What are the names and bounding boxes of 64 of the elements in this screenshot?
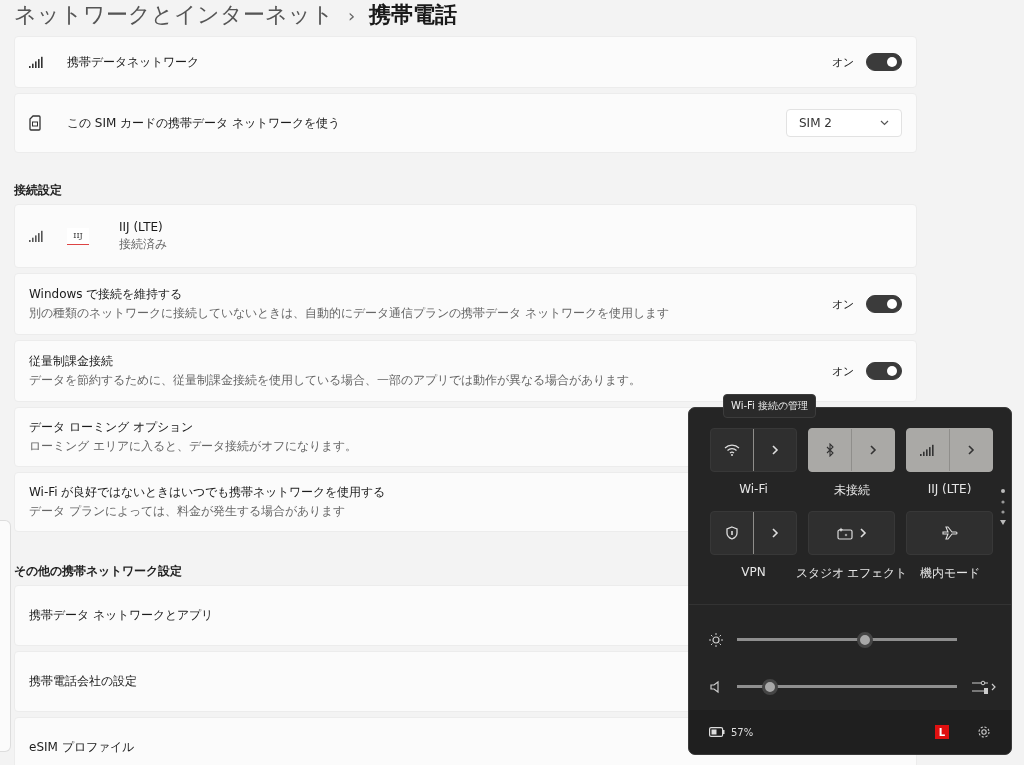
chevron-icon — [967, 444, 975, 456]
setting-label: 従量制課金接続 — [29, 353, 113, 370]
quick-setting-tile[interactable] — [710, 428, 797, 472]
section-heading: その他の携帯ネットワーク設定 — [14, 563, 182, 580]
camera-sparkle-icon — [836, 526, 853, 540]
toggle-switch[interactable] — [866, 362, 902, 380]
toggle-state-text: オン — [832, 54, 854, 70]
toggle-switch[interactable] — [866, 295, 902, 313]
setting-label: この SIM カードの携帯データ ネットワークを使う — [67, 114, 340, 132]
slider-thumb[interactable] — [856, 631, 873, 648]
tile-label: VPN — [741, 565, 766, 579]
wifi-icon — [724, 444, 740, 456]
setting-label: IIJ (LTE) — [119, 219, 163, 234]
carrier-logo: IIJ — [67, 227, 89, 245]
chevron-icon — [771, 527, 779, 539]
breadcrumb-separator: › — [348, 4, 356, 26]
quick-setting-tile[interactable] — [710, 511, 797, 555]
audio-output-icon[interactable] — [971, 679, 997, 694]
signal-icon — [29, 230, 45, 242]
setting-description: 別の種類のネットワークに接続していないときは、自動的にデータ通信プランの携帯データ ネットワークを使用します — [29, 305, 669, 322]
setting-description: ローミング エリアに入ると、データ接続がオフになります。 — [29, 438, 357, 455]
quick-setting-tile[interactable] — [808, 428, 895, 472]
page-title: 携帯電話 — [369, 1, 458, 29]
chevron-down-icon — [880, 120, 889, 126]
airplane-icon — [941, 526, 958, 540]
tile-label: Wi-Fi — [739, 482, 768, 496]
sim-card-icon — [29, 115, 41, 131]
slider-thumb[interactable] — [762, 678, 778, 695]
tile-label: 機内モード — [919, 565, 980, 582]
shield-icon — [726, 526, 738, 540]
breadcrumb-link[interactable]: ネットワークとインターネット — [14, 1, 334, 29]
toggle-state-text: オン — [832, 296, 854, 312]
quick-setting-tile[interactable] — [906, 428, 993, 472]
toggle-switch[interactable] — [866, 53, 902, 71]
setting-description: データ プランによっては、料金が発生する場合があります — [29, 503, 345, 520]
toggle-state-text: オン — [832, 363, 854, 379]
chevron-icon — [858, 527, 867, 539]
battery-icon — [709, 727, 725, 737]
quick-setting-tile[interactable] — [808, 511, 895, 555]
app-badge[interactable]: L — [935, 725, 949, 739]
brightness-icon — [709, 632, 723, 647]
chevron-icon — [869, 444, 877, 456]
setting-label: データ ローミング オプション — [29, 419, 193, 436]
quick-setting-tile[interactable] — [906, 511, 993, 555]
sim-dropdown[interactable]: SIM 2 — [786, 109, 902, 137]
tile-label: 未接続 — [833, 482, 870, 499]
setting-description: データを節約するために、従量制課金接続を使用している場合、一部のアプリでは動作が異なる場合があります。 — [29, 372, 641, 389]
setting-label: 携帯データ ネットワークとアプリ — [29, 607, 213, 624]
setting-description: 接続済み — [119, 235, 167, 253]
setting-label: Windows で接続を維持する — [29, 286, 183, 303]
bluetooth-icon — [825, 443, 835, 457]
chevron-icon — [771, 444, 779, 456]
settings-icon[interactable] — [977, 725, 991, 739]
signal-icon — [29, 56, 45, 68]
tile-label: IIJ (LTE) — [927, 482, 972, 496]
setting-label: 携帯データネットワーク — [67, 53, 199, 71]
setting-label: eSIM プロファイル — [29, 739, 134, 756]
signal-icon — [920, 444, 936, 456]
setting-label: 携帯電話会社の設定 — [29, 673, 137, 690]
tooltip: Wi-Fi 接続の管理 — [723, 394, 817, 418]
battery-percentage: 57% — [731, 726, 754, 738]
tile-label: スタジオ エフェクト — [795, 565, 908, 582]
setting-label: Wi-Fi が良好ではないときはいつでも携帯ネットワークを使用する — [29, 484, 386, 501]
section-heading: 接続設定 — [14, 182, 62, 199]
